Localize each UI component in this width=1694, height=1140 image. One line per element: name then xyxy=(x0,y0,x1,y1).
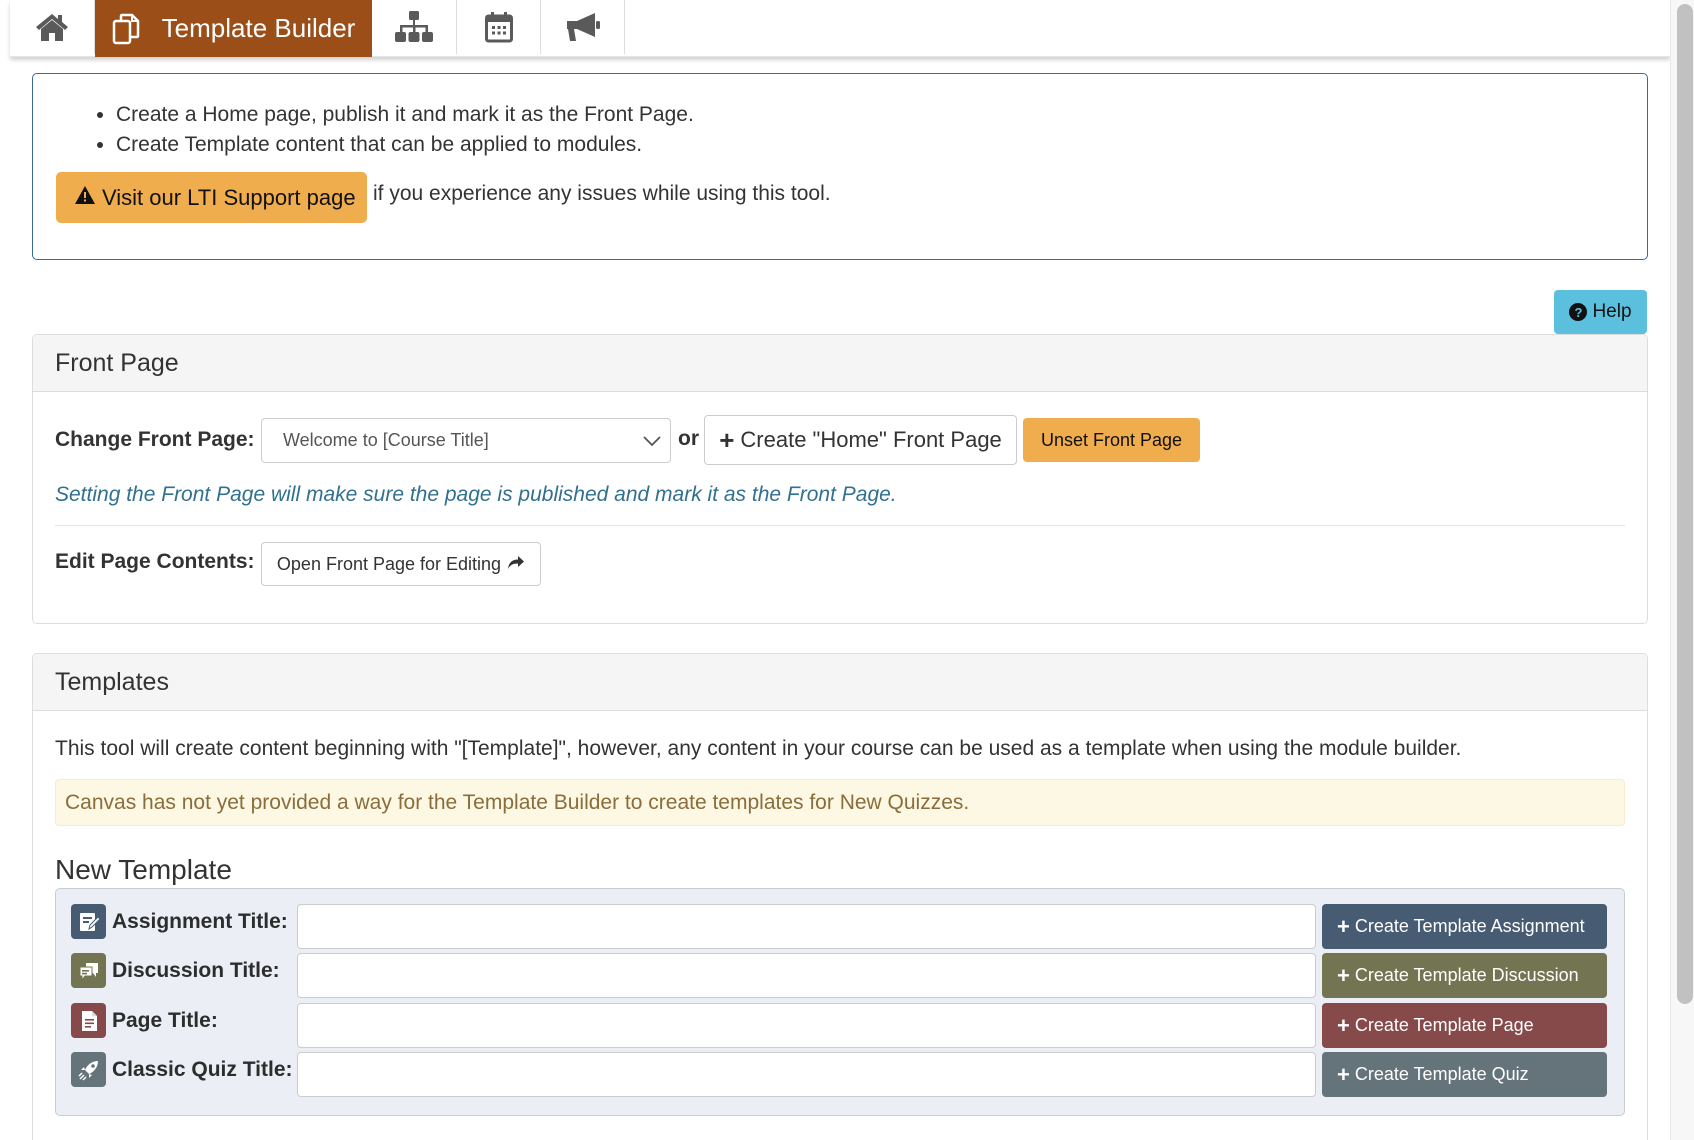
change-front-page-label: Change Front Page: xyxy=(55,428,255,451)
open-edit-label: Open Front Page for Editing xyxy=(276,553,502,574)
discussion-title-input[interactable] xyxy=(297,953,1316,998)
create-template-page-button[interactable]: + Create Template Page xyxy=(1322,1003,1607,1048)
templates-heading: Templates xyxy=(33,654,1647,711)
page-title-label: Page Title: xyxy=(112,1009,218,1032)
support-tail-text: if you experience any issues while using… xyxy=(373,182,831,205)
or-text: or xyxy=(678,427,699,450)
warning-text: Canvas has not yet provided a way for th… xyxy=(65,790,970,814)
assignment-icon xyxy=(71,904,106,939)
button-label: Create Template Quiz xyxy=(1354,1064,1529,1084)
templates-description: This tool will create content beginning … xyxy=(55,737,1462,760)
open-front-page-button[interactable]: Open Front Page for Editing xyxy=(261,542,541,586)
assignment-title-label: Assignment Title: xyxy=(112,910,288,933)
front-page-panel: Front Page Change Front Page: Welcome to… xyxy=(32,334,1648,624)
template-row-assignment: Assignment Title: + Create Template Assi… xyxy=(56,904,1624,949)
copy-icon xyxy=(112,13,140,45)
warning-icon xyxy=(74,185,96,211)
top-nav: Template Builder xyxy=(10,0,1670,57)
new-template-heading: New Template xyxy=(55,854,232,885)
assignment-title-input[interactable] xyxy=(297,904,1316,949)
page: Template Builder Create a Home page, pub… xyxy=(0,0,1670,1140)
front-page-select[interactable]: Welcome to [Course Title] xyxy=(261,418,671,463)
button-label: Create Template Assignment xyxy=(1354,916,1585,936)
chevron-down-icon xyxy=(642,432,662,453)
page-title-input[interactable] xyxy=(297,1003,1316,1048)
calendar-icon xyxy=(484,11,513,43)
tab-modules[interactable] xyxy=(372,0,457,54)
discussion-title-label: Discussion Title: xyxy=(112,959,280,982)
template-row-quiz: Classic Quiz Title: + Create Template Qu… xyxy=(56,1052,1624,1097)
new-template-form: Assignment Title: + Create Template Assi… xyxy=(55,888,1625,1116)
unset-front-page-button[interactable]: Unset Front Page xyxy=(1023,418,1200,462)
unset-label: Unset Front Page xyxy=(1040,429,1183,450)
divider xyxy=(55,525,1625,526)
plus-icon: + xyxy=(1337,1012,1350,1038)
info-bullet: Create a Home page, publish it and mark … xyxy=(116,100,694,130)
front-page-select-value: Welcome to [Course Title] xyxy=(283,430,489,450)
lti-support-button[interactable]: Visit our LTI Support page xyxy=(56,172,367,223)
plus-icon: + xyxy=(1337,962,1350,988)
question-circle-icon: ? xyxy=(1569,303,1588,321)
front-page-note: Setting the Front Page will make sure th… xyxy=(55,483,897,506)
tab-home[interactable] xyxy=(10,0,95,54)
scrollbar-thumb[interactable] xyxy=(1677,4,1693,1004)
info-list: Create a Home page, publish it and mark … xyxy=(116,100,694,160)
tab-label: Template Builder xyxy=(161,13,356,43)
classic-quiz-title-label: Classic Quiz Title: xyxy=(112,1058,293,1081)
plus-icon: + xyxy=(1337,913,1350,939)
create-home-front-page-button[interactable]: + Create "Home" Front Page xyxy=(704,415,1017,465)
create-home-label: Create "Home" Front Page xyxy=(740,427,1002,452)
template-row-discussion: Discussion Title: + Create Template Disc… xyxy=(56,953,1624,998)
tab-template-builder[interactable]: Template Builder xyxy=(95,0,372,57)
front-page-heading: Front Page xyxy=(33,335,1647,392)
new-quizzes-warning: Canvas has not yet provided a way for th… xyxy=(55,779,1625,826)
templates-panel: Templates This tool will create content … xyxy=(32,653,1648,1140)
button-label: Create Template Discussion xyxy=(1354,965,1579,985)
plus-icon: + xyxy=(1337,1061,1350,1087)
help-label: Help xyxy=(1592,301,1632,322)
discussion-icon xyxy=(71,953,106,988)
tab-announcements[interactable] xyxy=(541,0,625,54)
page-icon xyxy=(71,1003,106,1038)
classic-quiz-title-input[interactable] xyxy=(297,1052,1316,1097)
create-template-discussion-button[interactable]: + Create Template Discussion xyxy=(1322,953,1607,998)
plus-icon: + xyxy=(719,424,735,455)
info-box: Create a Home page, publish it and mark … xyxy=(32,73,1648,260)
support-button-label: Visit our LTI Support page xyxy=(102,184,356,210)
share-icon xyxy=(507,554,525,575)
bullhorn-icon xyxy=(565,11,601,43)
button-label: Create Template Page xyxy=(1354,1015,1534,1035)
info-bullet: Create Template content that can be appl… xyxy=(116,130,694,160)
quiz-rocket-icon xyxy=(71,1052,106,1087)
tab-calendar[interactable] xyxy=(457,0,541,54)
home-icon xyxy=(35,12,69,42)
template-row-page: Page Title: + Create Template Page xyxy=(56,1003,1624,1048)
sitemap-icon xyxy=(395,11,433,43)
edit-page-contents-label: Edit Page Contents: xyxy=(55,550,255,573)
help-button[interactable]: ? Help xyxy=(1554,290,1647,334)
create-template-quiz-button[interactable]: + Create Template Quiz xyxy=(1322,1052,1607,1097)
create-template-assignment-button[interactable]: + Create Template Assignment xyxy=(1322,904,1607,949)
